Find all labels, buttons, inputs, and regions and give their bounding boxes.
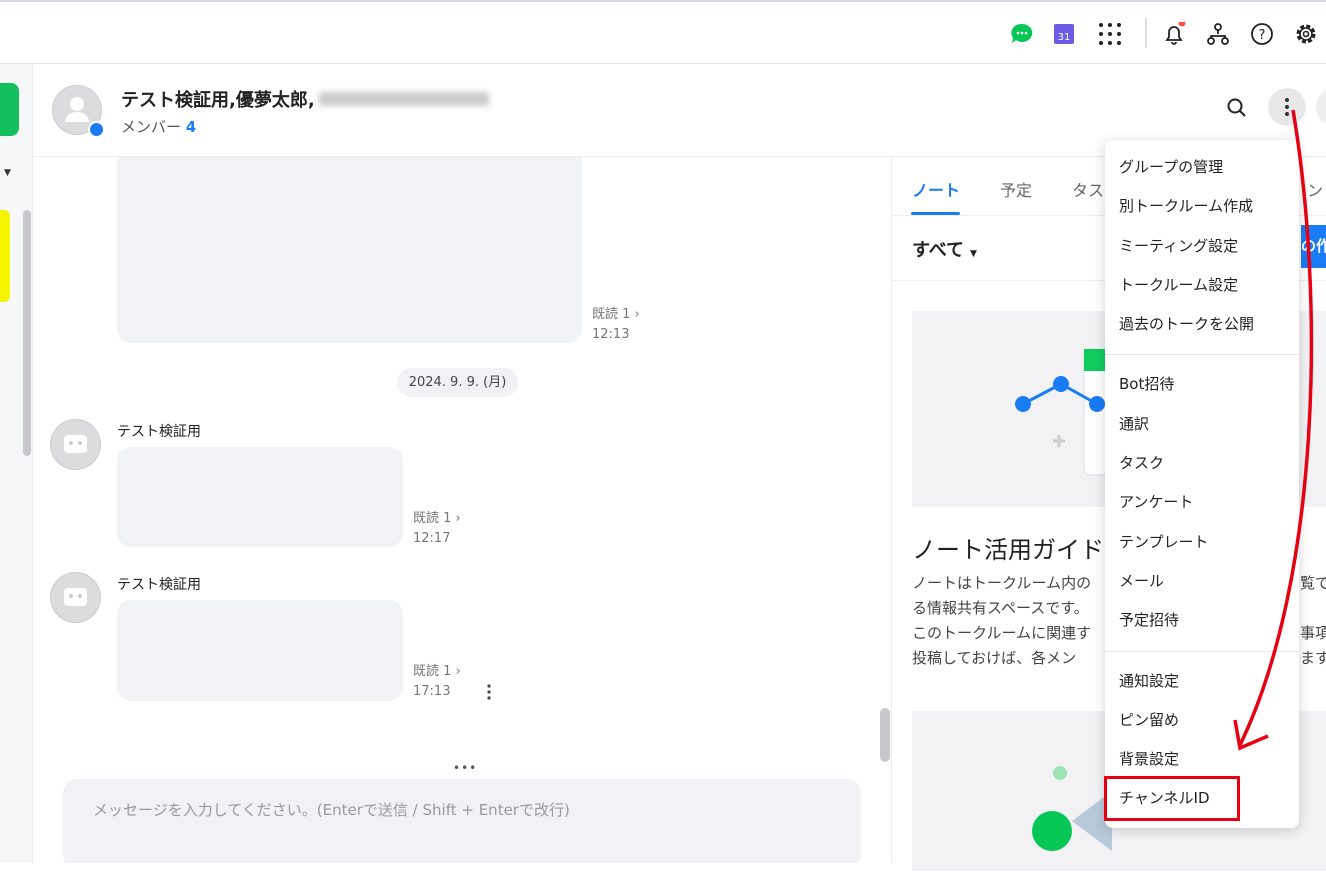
sidebar-active-item[interactable]: [0, 83, 19, 136]
bot-avatar[interactable]: [50, 572, 101, 623]
read-receipt[interactable]: 既読 1 ›: [592, 305, 640, 325]
message-bubble[interactable]: [117, 600, 403, 701]
tab-note[interactable]: ノート: [912, 177, 960, 201]
read-receipt[interactable]: 既読 1 ›: [413, 662, 461, 682]
members-label: メンバー: [121, 118, 182, 136]
group-avatar[interactable]: [52, 85, 105, 138]
talk-icon[interactable]: [1010, 22, 1034, 46]
filter-label: すべて: [912, 240, 965, 261]
group-badge-icon: [88, 121, 105, 138]
gear-icon[interactable]: [1294, 22, 1318, 46]
message-time: 12:17: [413, 531, 451, 546]
sidebar-item-highlight[interactable]: [0, 210, 10, 302]
message-time: 17:13: [413, 684, 451, 699]
message-more-icon[interactable]: [483, 682, 495, 702]
tab-schedule[interactable]: 予定: [1000, 177, 1032, 201]
sender-name: テスト検証用: [117, 424, 201, 440]
chat-title: テスト検証用,優夢太郎,: [121, 90, 315, 111]
calendar-day: 31: [1058, 32, 1071, 43]
caret-down-icon[interactable]: ▼: [4, 168, 11, 178]
chat-scrollbar[interactable]: [880, 708, 890, 762]
left-sidebar: ▼: [0, 64, 33, 863]
caret-down-icon: ▼: [970, 249, 977, 259]
bell-icon[interactable]: [1162, 19, 1186, 46]
read-receipt[interactable]: 既読 1 ›: [413, 509, 461, 529]
message-bubble[interactable]: [117, 447, 403, 547]
help-icon[interactable]: ?: [1250, 22, 1274, 46]
date-divider: 2024. 9. 9. (月): [397, 368, 518, 397]
tab-task[interactable]: タス: [1072, 177, 1104, 201]
annotation-arrow-icon: [1233, 109, 1314, 751]
guide-title: ノート活用ガイド: [912, 536, 1104, 564]
chat-area: 既読 1 › 12:13 2024. 9. 9. (月) テスト検証用 既読 1…: [33, 157, 891, 863]
resize-handle-icon[interactable]: •••: [453, 761, 477, 775]
org-chart-icon[interactable]: [1206, 22, 1230, 46]
divider: [1145, 18, 1147, 48]
message-bubble[interactable]: [117, 157, 582, 343]
filter-dropdown[interactable]: すべて ▼: [912, 236, 977, 262]
sender-name: テスト検証用: [117, 577, 201, 593]
blurred-names: [318, 92, 489, 106]
apps-grid-icon[interactable]: [1098, 22, 1122, 46]
calendar-icon[interactable]: 31: [1052, 22, 1076, 46]
members-count[interactable]: 4: [186, 118, 196, 136]
bot-avatar[interactable]: [50, 419, 101, 470]
svg-text:?: ?: [1259, 28, 1266, 43]
message-time: 12:13: [592, 327, 630, 342]
top-bar: 31 ?: [0, 0, 1326, 64]
message-input[interactable]: メッセージを入力してください。(Enterで送信 / Shift + Enter…: [63, 779, 861, 863]
guide-description: ノートはトークルーム内の る情報共有スペースです。 このトークルームに関連す 投稿して…: [912, 574, 1092, 667]
sidebar-scrollbar[interactable]: [23, 210, 31, 456]
highlight-box: [1104, 776, 1240, 821]
